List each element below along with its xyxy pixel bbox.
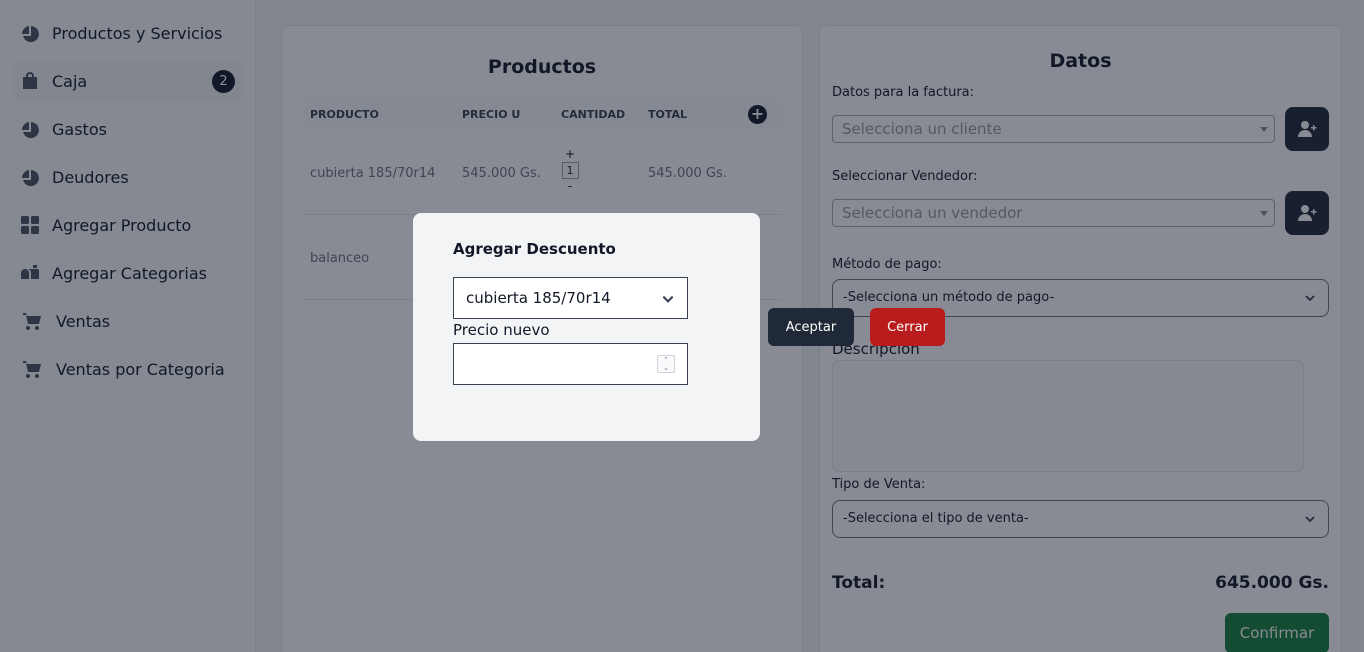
product-selected-value: cubierta 185/70r14: [466, 289, 611, 307]
product-select[interactable]: cubierta 185/70r14: [453, 277, 688, 319]
new-price-input[interactable]: ⌃ ⌄: [453, 343, 688, 385]
discount-modal: Agregar Descuento cubierta 185/70r14 Pre…: [413, 213, 760, 441]
chevron-down-icon: [662, 295, 674, 303]
accept-button[interactable]: Aceptar: [768, 308, 854, 346]
modal-title: Agregar Descuento: [453, 240, 616, 258]
number-spinner[interactable]: ⌃ ⌄: [657, 355, 675, 373]
price-label: Precio nuevo: [453, 321, 550, 339]
close-button[interactable]: Cerrar: [870, 308, 945, 346]
